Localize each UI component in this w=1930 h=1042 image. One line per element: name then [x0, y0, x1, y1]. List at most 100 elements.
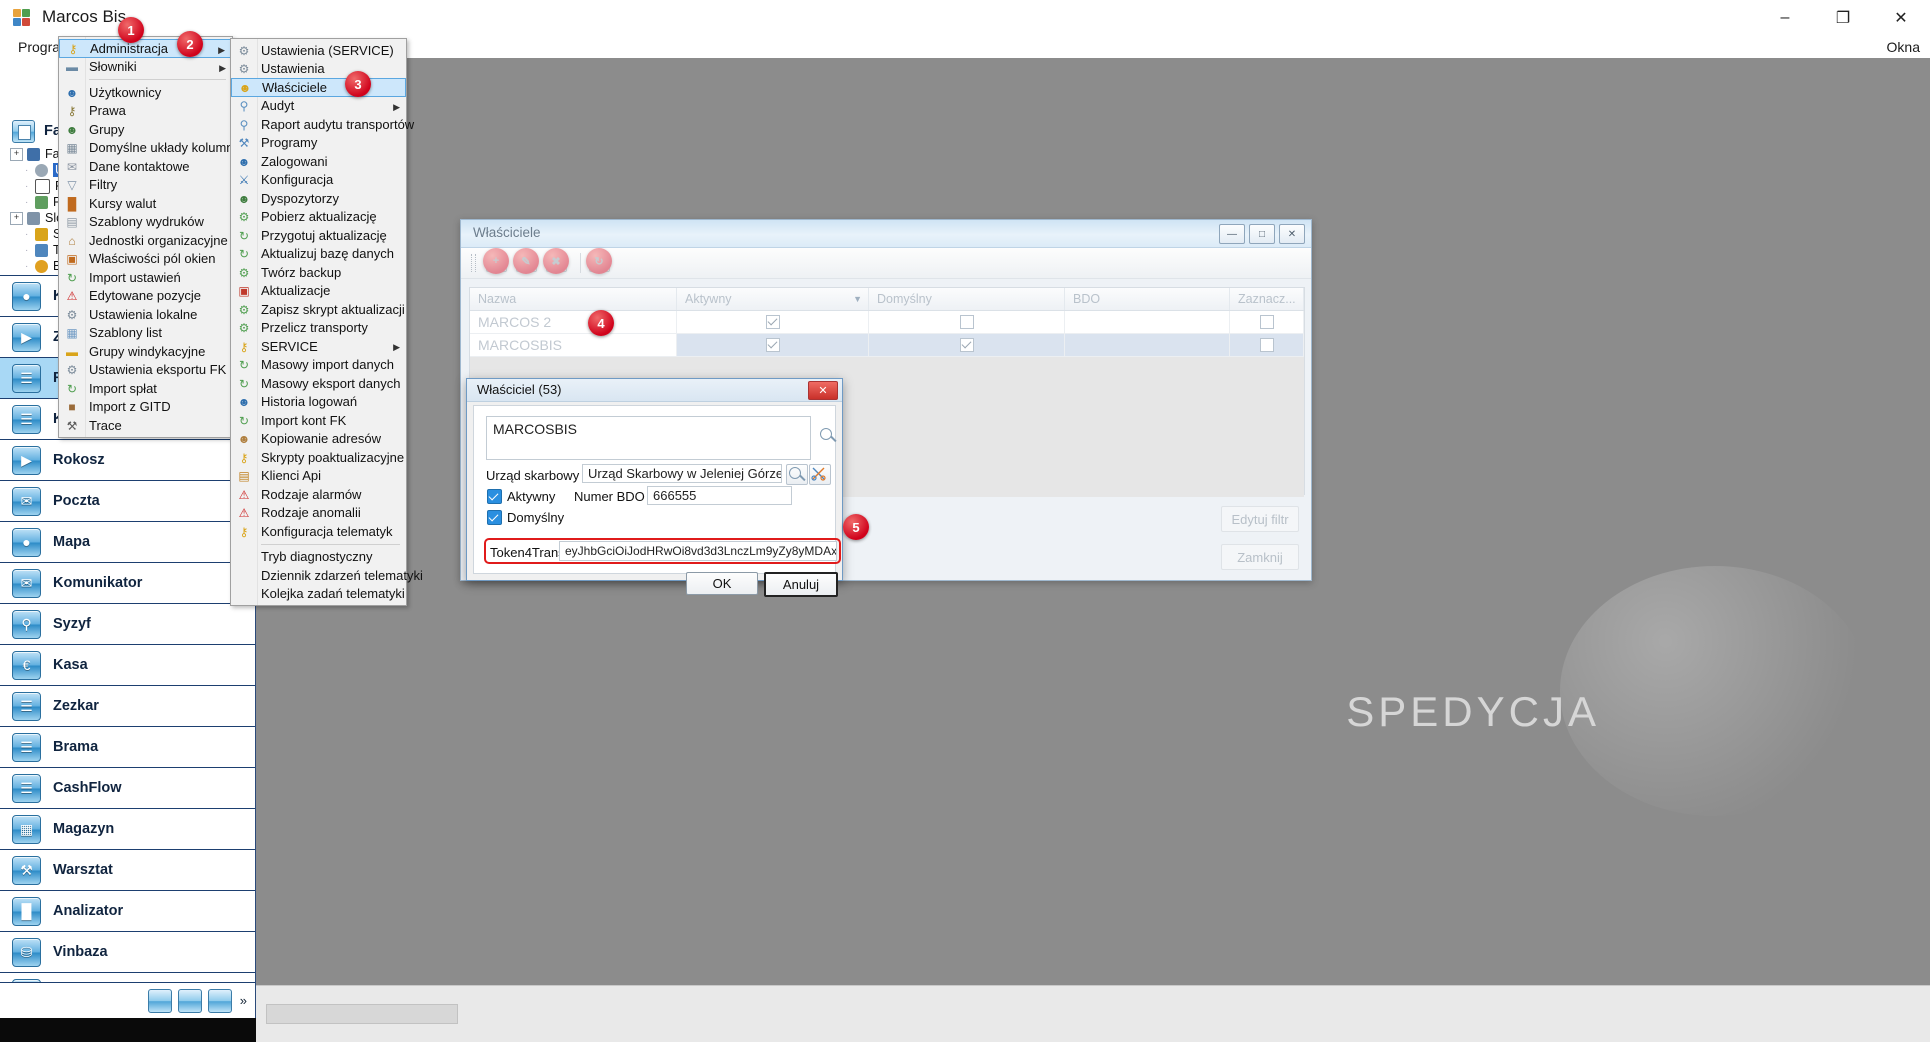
- menu-okna[interactable]: Okna: [1887, 36, 1920, 58]
- menu-item-administracja[interactable]: ⚷ Administracja ▶: [59, 39, 232, 58]
- menu-item-trace[interactable]: ⚒ Trace: [59, 416, 232, 435]
- menu-item-ustawienia-lokalne[interactable]: ⚙ Ustawienia lokalne: [59, 305, 232, 324]
- menu-item-grupy[interactable]: ☻ Grupy: [59, 120, 232, 139]
- minimize-button[interactable]: –: [1756, 0, 1814, 36]
- ok-button[interactable]: OK: [686, 572, 758, 595]
- checkbox-icon[interactable]: [765, 315, 780, 329]
- owners-restore-button[interactable]: □: [1249, 224, 1275, 244]
- mail-icon[interactable]: [177, 988, 202, 1013]
- menu-item-raport-audytu-transport-w[interactable]: ⚲ Raport audytu transportów: [231, 115, 415, 134]
- menu-item-tryb-diagnostyczny[interactable]: Tryb diagnostyczny: [231, 548, 406, 567]
- active-checkbox[interactable]: [487, 489, 502, 504]
- chevron-more-icon[interactable]: »: [240, 993, 247, 1008]
- menu-item-ustawienia-service-[interactable]: ⚙ Ustawienia (SERVICE): [231, 41, 406, 60]
- document-icon[interactable]: [147, 988, 172, 1013]
- sidebar-item-brama[interactable]: ☰ Brama: [0, 727, 255, 768]
- sidebar-item-mapa[interactable]: ● Mapa: [0, 522, 255, 563]
- tax-office-input[interactable]: Urząd Skarbowy w Jeleniej Górze: [582, 464, 782, 483]
- close-owners-button[interactable]: Zamknij: [1221, 544, 1299, 570]
- maximize-button[interactable]: ❐: [1814, 0, 1872, 36]
- menu-item-programy[interactable]: ⚒ Programy: [231, 134, 406, 153]
- cell-domyslny[interactable]: [869, 311, 1065, 333]
- filter-icon[interactable]: ▼: [853, 294, 862, 304]
- menu-item-przygotuj-aktualizacj-[interactable]: ↻ Przygotuj aktualizację: [231, 226, 406, 245]
- menu-item-historia-logowa-[interactable]: ☻ Historia logowań: [231, 393, 406, 412]
- magnifier-icon[interactable]: [818, 426, 838, 446]
- cell-aktywny[interactable]: [677, 311, 869, 333]
- sidebar-item-vinbaza[interactable]: ⛁ Vinbaza: [0, 932, 255, 973]
- menu-item-tw-rz-backup[interactable]: ⚙ Twórz backup: [231, 263, 406, 282]
- table-row[interactable]: MARCOSBIS: [470, 334, 1304, 357]
- refresh-owner-button[interactable]: ↻: [586, 248, 613, 275]
- menu-item-ustawienia-eksportu-fk[interactable]: ⚙ Ustawienia eksportu FK: [59, 361, 232, 380]
- default-checkbox[interactable]: [487, 510, 502, 525]
- menu-item-masowy-import-danych[interactable]: ↻ Masowy import danych: [231, 356, 406, 375]
- expand-icon[interactable]: +: [10, 147, 23, 161]
- cell-zaznacz[interactable]: [1230, 334, 1304, 356]
- sidebar-item-zezkar[interactable]: ☰ Zezkar: [0, 686, 255, 727]
- menu-item-import-ustawie-[interactable]: ↻ Import ustawień: [59, 268, 232, 287]
- menu-item-u-ytkownicy[interactable]: ☻ Użytkownicy: [59, 83, 232, 102]
- truck-icon[interactable]: [207, 988, 232, 1013]
- column-header-domyslny[interactable]: Domyślny: [869, 288, 1065, 310]
- owners-close-button[interactable]: ✕: [1279, 224, 1305, 244]
- menu-item-grupy-windykacyjne[interactable]: ▬ Grupy windykacyjne: [59, 342, 232, 361]
- menu-item-import-z-gitd[interactable]: ■ Import z GITD: [59, 398, 232, 417]
- sidebar-item-syzyf[interactable]: ⚲ Syzyf: [0, 604, 255, 645]
- menu-item-klienci-api[interactable]: ▤ Klienci Api: [231, 467, 406, 486]
- menu-item-kolejka-zada-telematyki[interactable]: Kolejka zadań telematyki: [231, 585, 406, 604]
- menu-item-domy-lne-uk-ady-kolumn[interactable]: ▦ Domyślne układy kolumn: [59, 139, 233, 158]
- owner-name-input[interactable]: MARCOSBIS: [486, 416, 811, 460]
- close-button[interactable]: ✕: [1872, 0, 1930, 36]
- menu-item-service[interactable]: ⚷ SERVICE ▶: [231, 337, 406, 356]
- menu-item-szablony-wydruk-w[interactable]: ▤ Szablony wydruków: [59, 213, 232, 232]
- cell-zaznacz[interactable]: [1230, 311, 1304, 333]
- sidebar-item-komunikator[interactable]: ✉ Komunikator: [0, 563, 255, 604]
- cancel-button[interactable]: Anuluj: [764, 572, 838, 597]
- add-owner-button[interactable]: +: [483, 248, 510, 275]
- menu-item-zalogowani[interactable]: ☻ Zalogowani: [231, 152, 406, 171]
- menu-item-masowy-eksport-danych[interactable]: ↻ Masowy eksport danych: [231, 374, 406, 393]
- column-header-bdo[interactable]: BDO: [1065, 288, 1230, 310]
- menu-item-aktualizuj-baz-danych[interactable]: ↻ Aktualizuj bazę danych: [231, 245, 406, 264]
- toolbar-grip[interactable]: [471, 254, 476, 272]
- menu-item-zapisz-skrypt-aktualizacji[interactable]: ⚙ Zapisz skrypt aktualizacji: [231, 300, 406, 319]
- sidebar-item-cashflow[interactable]: ☰ CashFlow: [0, 768, 255, 809]
- menu-item-w-a-ciwo-ci-p-l-okien[interactable]: ▣ Właściwości pól okien: [59, 250, 232, 269]
- checkbox-icon[interactable]: [765, 338, 780, 352]
- menu-item-import-sp-at[interactable]: ↻ Import spłat: [59, 379, 232, 398]
- column-header-zaznacz[interactable]: Zaznacz...: [1230, 288, 1304, 310]
- sidebar-item-rokosz[interactable]: ▶ Rokosz: [0, 440, 255, 481]
- cell-domyslny[interactable]: [869, 334, 1065, 356]
- bdo-input[interactable]: 666555: [647, 486, 792, 505]
- menu-item-szablony-list[interactable]: ▦ Szablony list: [59, 324, 232, 343]
- menu-item-prawa[interactable]: ⚷ Prawa: [59, 102, 232, 121]
- menu-item-import-kont-fk[interactable]: ↻ Import kont FK: [231, 411, 406, 430]
- menu-item-jednostki-organizacyjne[interactable]: ⌂ Jednostki organizacyjne: [59, 231, 232, 250]
- checkbox-icon[interactable]: [959, 338, 974, 352]
- menu-item-s-owniki[interactable]: ▬ Słowniki ▶: [59, 58, 232, 77]
- menu-item-aktualizacje[interactable]: ▣ Aktualizacje: [231, 282, 406, 301]
- menu-item-dziennik-zdarze-telematyki[interactable]: Dziennik zdarzeń telematyki: [231, 566, 423, 585]
- sidebar-item-analizator[interactable]: █ Analizator: [0, 891, 255, 932]
- menu-item-kopiowanie-adres-w[interactable]: ☻ Kopiowanie adresów: [231, 430, 406, 449]
- sidebar-item-magazyn[interactable]: ▦ Magazyn: [0, 809, 255, 850]
- sidebar-item-warsztat[interactable]: ⚒ Warsztat: [0, 850, 255, 891]
- expand-icon[interactable]: +: [10, 211, 23, 225]
- delete-owner-button[interactable]: ✖: [543, 248, 570, 275]
- menu-item-edytowane-pozycje[interactable]: ⚠ Edytowane pozycje: [59, 287, 232, 306]
- menu-item-rodzaje-anomalii[interactable]: ⚠ Rodzaje anomalii: [231, 504, 406, 523]
- menu-item-przelicz-transporty[interactable]: ⚙ Przelicz transporty: [231, 319, 406, 338]
- tax-office-clear-button[interactable]: [809, 464, 831, 485]
- cell-aktywny[interactable]: [677, 334, 869, 356]
- menu-item-filtry[interactable]: ▽ Filtry: [59, 176, 232, 195]
- menu-item-audyt[interactable]: ⚲ Audyt ▶: [231, 97, 406, 116]
- menu-item-pobierz-aktualizacj-[interactable]: ⚙ Pobierz aktualizację: [231, 208, 406, 227]
- menu-item-skrypty-poaktualizacyjne[interactable]: ⚷ Skrypty poaktualizacyjne: [231, 448, 406, 467]
- owner-dialog-close-button[interactable]: ✕: [808, 381, 838, 400]
- menu-item-konfiguracja-telematyk[interactable]: ⚷ Konfiguracja telematyk: [231, 522, 406, 541]
- owners-minimize-button[interactable]: —: [1219, 224, 1245, 244]
- column-header-aktywny[interactable]: Aktywny ▼: [677, 288, 869, 310]
- token-input[interactable]: eyJhbGciOiJodHRwOi8vd3d3LnczLm9yZy8yMDAx…: [559, 541, 837, 561]
- checkbox-icon[interactable]: [959, 315, 974, 329]
